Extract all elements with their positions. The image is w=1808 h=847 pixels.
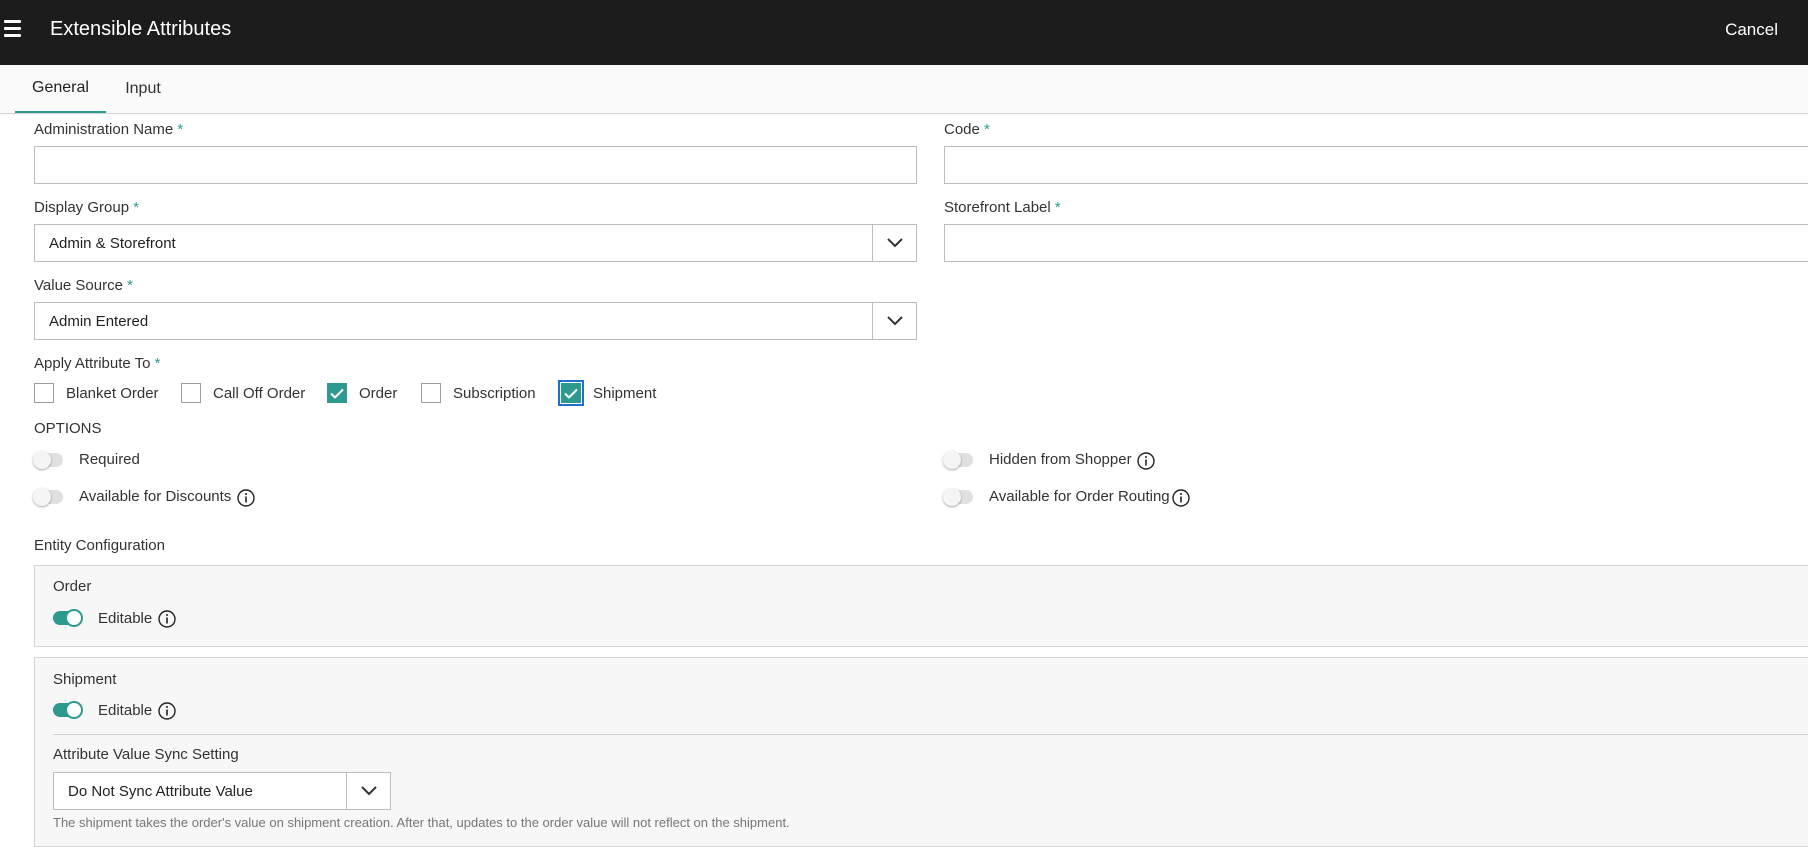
info-icon[interactable]	[158, 702, 176, 720]
order-editable-label: Editable	[98, 610, 153, 627]
required-toggle[interactable]	[33, 451, 63, 469]
checkbox-subscription[interactable]: Subscription	[421, 383, 536, 403]
code-input[interactable]	[944, 146, 1808, 184]
display-group-select[interactable]: Admin & Storefront	[34, 224, 917, 262]
tab-bar: General Input	[0, 65, 1808, 114]
apply-to-label: Apply Attribute To *	[34, 355, 161, 372]
order-entity-panel	[34, 565, 1808, 647]
available-for-order-routing-label: Available for Order Routing	[989, 488, 1170, 505]
code-label: Code *	[944, 121, 990, 138]
display-group-value: Admin & Storefront	[35, 225, 873, 261]
check-icon	[330, 388, 344, 399]
shipment-editable-toggle[interactable]	[53, 701, 83, 719]
checkbox-box[interactable]	[181, 383, 201, 403]
checkbox-order[interactable]: Order	[327, 383, 397, 403]
value-source-label: Value Source *	[34, 277, 133, 294]
checkbox-box[interactable]	[421, 383, 441, 403]
top-app-bar: Extensible Attributes Cancel	[0, 0, 1808, 65]
value-source-select[interactable]: Admin Entered	[34, 302, 917, 340]
checkbox-shipment[interactable]: Shipment	[558, 380, 656, 406]
chevron-down-icon[interactable]	[873, 303, 916, 339]
check-icon	[564, 388, 578, 399]
storefront-label-label: Storefront Label *	[944, 199, 1061, 216]
checkbox-box[interactable]	[327, 383, 347, 403]
admin-name-input[interactable]	[34, 146, 917, 184]
storefront-label-input[interactable]	[944, 224, 1808, 262]
sync-setting-label: Attribute Value Sync Setting	[53, 746, 239, 763]
required-label: Required	[79, 451, 140, 468]
entity-config-heading: Entity Configuration	[34, 537, 165, 554]
info-icon[interactable]	[158, 610, 176, 628]
shipment-panel-title: Shipment	[53, 671, 117, 688]
chevron-down-icon[interactable]	[347, 773, 390, 809]
chevron-down-icon[interactable]	[873, 225, 916, 261]
order-editable-toggle[interactable]	[53, 609, 83, 627]
available-for-order-routing-toggle[interactable]	[943, 488, 973, 506]
shipment-editable-label: Editable	[98, 702, 153, 719]
info-icon[interactable]	[1137, 452, 1155, 470]
tab-input[interactable]: Input	[110, 65, 176, 113]
panel-divider	[53, 734, 1808, 735]
info-icon[interactable]	[1172, 489, 1190, 507]
tab-general[interactable]: General	[15, 65, 106, 113]
checkbox-blanket-order[interactable]: Blanket Order	[34, 383, 159, 403]
value-source-value: Admin Entered	[35, 303, 873, 339]
admin-name-label: Administration Name *	[34, 121, 184, 138]
sync-help-text: The shipment takes the order's value on …	[53, 815, 790, 830]
display-group-label: Display Group *	[34, 199, 140, 216]
hidden-from-shopper-label: Hidden from Shopper	[989, 451, 1132, 468]
order-panel-title: Order	[53, 578, 92, 595]
checkbox-box[interactable]	[34, 383, 54, 403]
page-title: Extensible Attributes	[50, 18, 232, 40]
available-for-discounts-label: Available for Discounts	[79, 488, 232, 505]
menu-icon[interactable]	[4, 20, 21, 37]
sync-setting-value: Do Not Sync Attribute Value	[54, 773, 347, 809]
checkbox-call-off-order[interactable]: Call Off Order	[181, 383, 305, 403]
options-heading: OPTIONS	[34, 420, 102, 437]
hidden-from-shopper-toggle[interactable]	[943, 451, 973, 469]
checkbox-box[interactable]	[558, 380, 584, 406]
sync-setting-select[interactable]: Do Not Sync Attribute Value	[53, 772, 391, 810]
cancel-button[interactable]: Cancel	[1725, 20, 1778, 40]
info-icon[interactable]	[237, 489, 255, 507]
available-for-discounts-toggle[interactable]	[33, 488, 63, 506]
